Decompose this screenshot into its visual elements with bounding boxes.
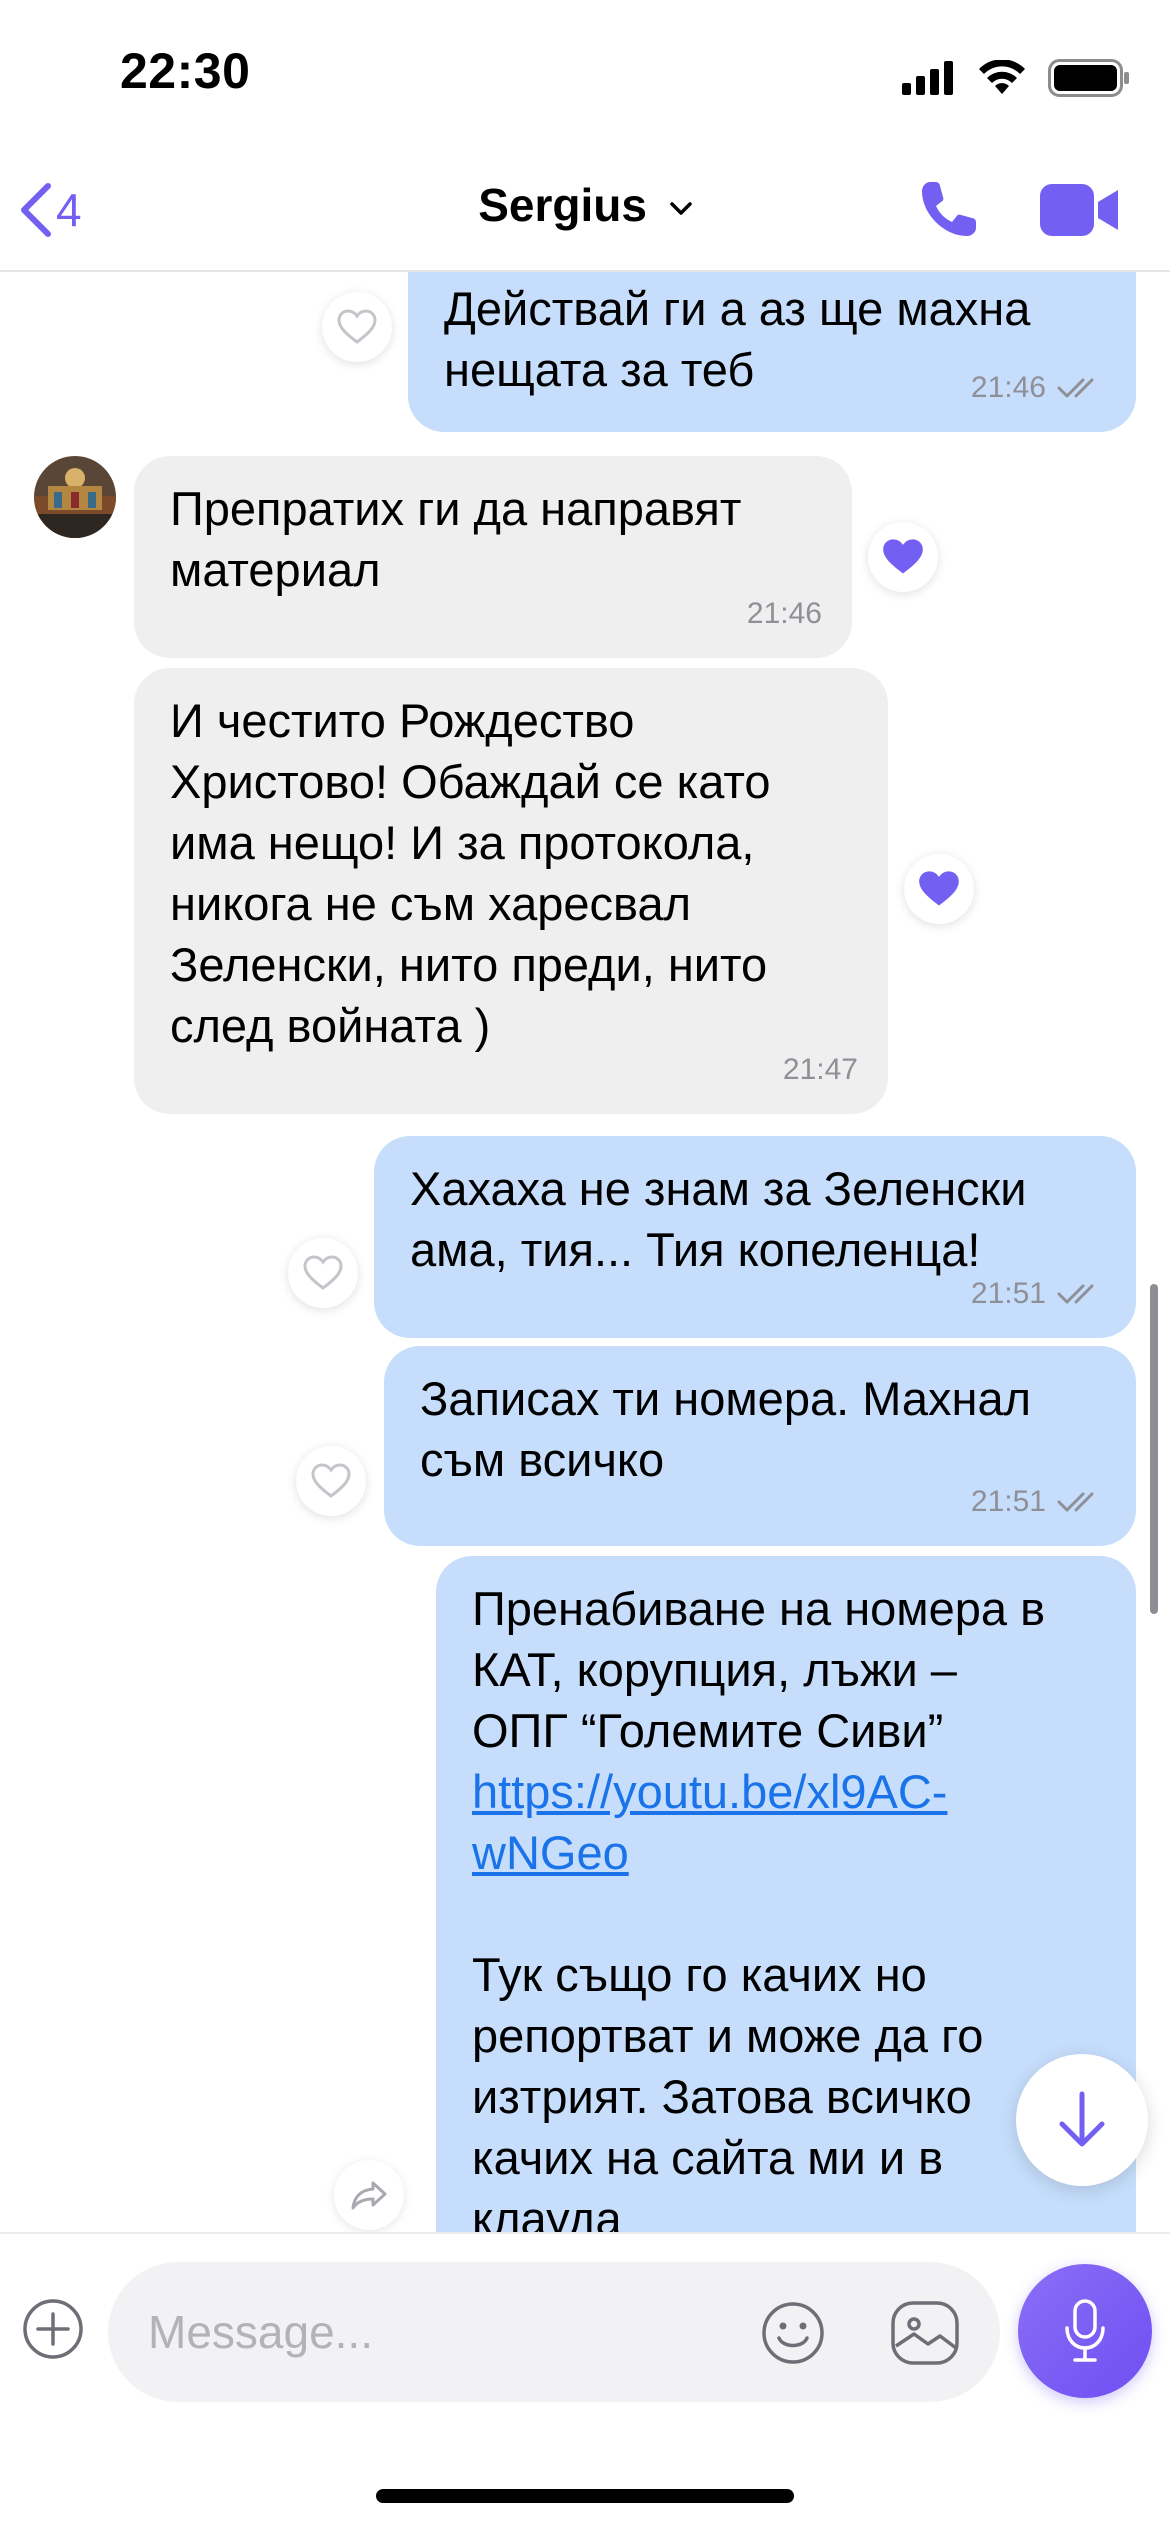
forward-icon	[351, 2181, 387, 2210]
message-text: Препратих ги да направят материал	[170, 482, 742, 596]
battery-icon	[1048, 59, 1129, 97]
message-meta: 21:46	[747, 583, 822, 644]
message-meta: 21:51	[971, 1263, 1106, 1324]
wifi-icon	[979, 60, 1025, 94]
message-time: 21:47	[782, 1053, 858, 1086]
status-bar: 22:30	[0, 0, 1170, 150]
message-meta: 21:47	[783, 1039, 858, 1100]
heart-icon	[311, 1463, 351, 1498]
plus-icon[interactable]	[22, 2298, 84, 2360]
status-icons	[902, 58, 1130, 98]
liked-indicator[interactable]	[904, 854, 974, 924]
like-button[interactable]	[288, 1238, 358, 1308]
gallery-icon[interactable]	[890, 2300, 960, 2366]
message-meta: 21:46	[971, 357, 1106, 418]
message-text: Тук също го качих но репортват и може да…	[472, 1948, 984, 2232]
voice-message-button[interactable]	[1018, 2264, 1152, 2398]
home-indicator	[376, 2489, 794, 2503]
heart-icon	[303, 1255, 343, 1290]
double-check-icon	[1057, 378, 1094, 397]
message-time: 21:46	[970, 371, 1046, 404]
message-bubble-outgoing[interactable]: Хахаха не знам за Зеленски ама, тия... Т…	[374, 1136, 1136, 1338]
message-meta: 21:51	[971, 1471, 1106, 1532]
double-check-icon	[1057, 1492, 1094, 1511]
contact-avatar[interactable]	[34, 456, 116, 538]
contact-name: Sergius	[478, 179, 647, 231]
emoji-icon[interactable]	[760, 2300, 826, 2366]
phone-icon[interactable]	[916, 178, 980, 242]
message-link[interactable]: https://youtu.be/xl9AC- wNGeo	[472, 1761, 1100, 1883]
message-input[interactable]	[108, 2262, 1000, 2402]
message-text: Пренабиване на номера в КАТ, корупция, л…	[472, 1582, 1046, 1757]
message-text: Хахаха не знам за Зеленски ама, тия... Т…	[410, 1162, 1027, 1276]
status-time: 22:30	[120, 43, 251, 99]
chevron-down-icon	[670, 202, 692, 215]
message-time: 21:46	[746, 597, 822, 630]
message-composer	[0, 2232, 1170, 2532]
arrow-down-icon	[1059, 2091, 1105, 2147]
liked-indicator[interactable]	[868, 522, 938, 592]
scrollbar[interactable]	[1150, 1284, 1158, 1614]
message-bubble-incoming[interactable]: Препратих ги да направят материал 21:46	[134, 456, 852, 658]
double-check-icon	[1057, 1284, 1094, 1303]
avatar-image	[34, 456, 116, 538]
message-text: И честито Рождество Христово! Обаждай се…	[170, 694, 771, 1052]
contact-name-button[interactable]: Sergius	[0, 178, 1170, 232]
message-time: 21:51	[970, 1485, 1046, 1518]
message-bubble-outgoing[interactable]: Действай ги а аз ще махна нещата за теб …	[408, 272, 1136, 432]
message-time: 21:51	[970, 1277, 1046, 1310]
message-bubble-outgoing[interactable]: Записах ти номера. Махнал съм всичко 21:…	[384, 1346, 1136, 1546]
filled-heart-icon	[883, 539, 923, 574]
message-list[interactable]: Действай ги а аз ще махна нещата за теб …	[0, 272, 1170, 2232]
heart-icon	[337, 309, 377, 344]
filled-heart-icon	[919, 871, 959, 906]
conversation-header: 4 Sergius	[0, 150, 1170, 272]
like-button[interactable]	[296, 1446, 366, 1516]
like-button[interactable]	[322, 292, 392, 362]
scroll-to-bottom-button[interactable]	[1016, 2054, 1148, 2186]
video-camera-icon[interactable]	[1038, 178, 1122, 242]
message-bubble-incoming[interactable]: И честито Рождество Христово! Обаждай се…	[134, 668, 888, 1114]
forward-button[interactable]	[334, 2160, 404, 2230]
cellular-signal-icon	[902, 61, 953, 95]
microphone-icon	[1065, 2299, 1105, 2362]
